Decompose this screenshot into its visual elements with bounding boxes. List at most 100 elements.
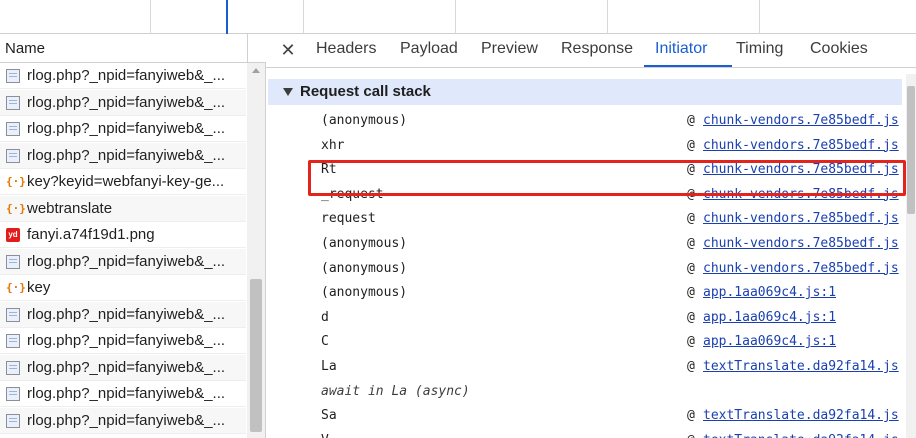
doc-icon bbox=[6, 360, 20, 375]
stack-frame: La @ textTranslate.da92fa14.js bbox=[266, 355, 906, 379]
stack-frame: C @ app.1aa069c4.js:1 bbox=[266, 330, 906, 354]
frame-at-sign: @ bbox=[687, 113, 695, 128]
stack-frame: (anonymous) @ chunk-vendors.7e85bedf.js bbox=[266, 232, 906, 256]
frame-at-sign: @ bbox=[687, 260, 695, 276]
scrollbar-thumb[interactable] bbox=[250, 279, 262, 432]
request-row[interactable]: rlog.php?_npid=fanyiweb&_... bbox=[0, 354, 246, 381]
doc-icon bbox=[6, 148, 20, 163]
frame-source-link[interactable]: chunk-vendors.7e85bedf.js bbox=[703, 236, 903, 251]
doc-icon bbox=[6, 95, 20, 110]
request-row[interactable]: rlog.php?_npid=fanyiweb&_... bbox=[0, 248, 246, 275]
timeline-marker bbox=[226, 0, 228, 34]
request-name: rlog.php?_npid=fanyiweb&_... bbox=[27, 332, 226, 349]
frame-at-sign: @ bbox=[687, 162, 695, 178]
stack-frame: xhr @ chunk-vendors.7e85bedf.js bbox=[266, 134, 906, 158]
frame-function-name: (anonymous) bbox=[321, 113, 408, 128]
frame-function-name: (anonymous) bbox=[321, 260, 408, 276]
frame-function-name: Sa bbox=[321, 408, 337, 424]
frame-at-sign: @ bbox=[687, 285, 695, 301]
frame-source-link[interactable]: chunk-vendors.7e85bedf.js bbox=[703, 162, 903, 177]
scroll-up-icon[interactable] bbox=[252, 68, 260, 73]
request-name: rlog.php?_npid=fanyiweb&_... bbox=[27, 385, 226, 402]
frame-source-link[interactable]: app.1aa069c4.js:1 bbox=[703, 285, 903, 300]
xhr-icon: {·} bbox=[6, 201, 26, 215]
request-call-stack-section[interactable]: Request call stack bbox=[268, 79, 902, 105]
frame-function-name: V bbox=[321, 433, 329, 438]
scrollbar-thumb[interactable] bbox=[907, 86, 915, 214]
frame-source-link[interactable]: chunk-vendors.7e85bedf.js bbox=[703, 138, 903, 153]
tab-timing[interactable]: Timing bbox=[736, 40, 783, 58]
frame-source-link[interactable]: app.1aa069c4.js:1 bbox=[703, 334, 903, 349]
request-row[interactable]: rlog.php?_npid=fanyiweb&_... bbox=[0, 116, 246, 142]
stack-frame: request @ chunk-vendors.7e85bedf.js bbox=[266, 207, 906, 231]
frame-function-name: xhr bbox=[321, 137, 345, 153]
timeline-divider bbox=[303, 0, 304, 34]
request-name: key?keyid=webfanyi-key-ge... bbox=[27, 173, 225, 190]
request-list-scrollbar[interactable] bbox=[247, 63, 265, 438]
request-name: rlog.php?_npid=fanyiweb&_... bbox=[27, 252, 226, 270]
name-column-header[interactable]: Name bbox=[0, 34, 266, 63]
frame-source-link[interactable]: textTranslate.da92fa14.js bbox=[703, 433, 903, 438]
timeline-divider bbox=[759, 0, 760, 34]
expand-triangle-icon[interactable] bbox=[283, 88, 293, 96]
request-row[interactable]: rlog.php?_npid=fanyiweb&_... bbox=[0, 142, 246, 169]
close-icon[interactable]: ✕ bbox=[278, 40, 298, 60]
request-row[interactable]: rlog.php?_npid=fanyiweb&_... bbox=[0, 63, 246, 89]
tab-preview[interactable]: Preview bbox=[481, 40, 538, 58]
frame-source-link[interactable]: chunk-vendors.7e85bedf.js bbox=[703, 261, 903, 276]
frame-function-name: d bbox=[321, 309, 329, 325]
request-row[interactable]: {·} key?keyid=webfanyi-key-ge... bbox=[0, 169, 246, 195]
stack-frame: V @ textTranslate.da92fa14.js bbox=[266, 429, 906, 438]
frame-source-link[interactable]: chunk-vendors.7e85bedf.js bbox=[703, 187, 903, 202]
request-row[interactable]: {·} webtranslate bbox=[0, 195, 246, 222]
request-row[interactable]: rlog.php?_npid=fanyiweb&_... bbox=[0, 89, 246, 116]
request-details-panel: ✕ Headers Payload Preview Response Initiator… bbox=[266, 34, 916, 438]
stack-frame: Sa @ textTranslate.da92fa14.js bbox=[266, 404, 906, 428]
frame-source-link[interactable]: textTranslate.da92fa14.js bbox=[703, 359, 903, 374]
frame-at-sign: @ bbox=[687, 236, 695, 251]
timeline-divider bbox=[150, 0, 151, 34]
request-name: rlog.php?_npid=fanyiweb&_... bbox=[27, 93, 226, 111]
frame-source-link[interactable]: textTranslate.da92fa14.js bbox=[703, 408, 903, 423]
request-name: fanyi.a74f19d1.png bbox=[27, 226, 155, 243]
frame-source-link[interactable]: chunk-vendors.7e85bedf.js bbox=[703, 211, 903, 226]
tab-headers[interactable]: Headers bbox=[316, 40, 376, 58]
stack-frame: (anonymous) @ chunk-vendors.7e85bedf.js bbox=[266, 257, 906, 281]
frame-source-link[interactable]: app.1aa069c4.js:1 bbox=[703, 310, 903, 325]
frame-function-name: C bbox=[321, 334, 329, 350]
request-name: rlog.php?_npid=fanyiweb&_... bbox=[27, 358, 226, 376]
tab-cookies[interactable]: Cookies bbox=[810, 40, 868, 58]
doc-icon bbox=[6, 413, 20, 428]
frame-function-name: La bbox=[321, 359, 337, 374]
frame-function-name: (anonymous) bbox=[321, 285, 408, 301]
tab-response[interactable]: Response bbox=[561, 40, 633, 58]
tab-initiator[interactable]: Initiator bbox=[655, 40, 707, 58]
frame-function-name: await in La (async) bbox=[321, 383, 470, 399]
stack-frame: _request @ chunk-vendors.7e85bedf.js bbox=[266, 183, 906, 207]
request-name: key bbox=[27, 279, 51, 296]
initiator-call-stack: Request call stack (anonymous) @ chunk-ven… bbox=[266, 74, 906, 438]
request-row[interactable]: yd fanyi.a74f19d1.png bbox=[0, 222, 246, 248]
request-name: rlog.php?_npid=fanyiweb&_... bbox=[27, 67, 226, 84]
request-row[interactable]: {·} key bbox=[0, 275, 246, 301]
stack-frame: d @ app.1aa069c4.js:1 bbox=[266, 306, 906, 330]
request-name: rlog.php?_npid=fanyiweb&_... bbox=[27, 411, 226, 429]
xhr-icon: {·} bbox=[6, 281, 26, 294]
request-row[interactable]: rlog.php?_npid=fanyiweb&_... bbox=[0, 407, 246, 434]
frame-at-sign: @ bbox=[687, 186, 695, 202]
frame-function-name: _request bbox=[321, 186, 384, 202]
active-tab-underline bbox=[644, 65, 732, 67]
details-tabbar: ✕ Headers Payload Preview Response Initiator… bbox=[266, 34, 916, 68]
call-stack-scrollbar[interactable] bbox=[906, 74, 916, 438]
frame-function-name: Rt bbox=[321, 162, 337, 178]
tab-payload[interactable]: Payload bbox=[400, 40, 458, 58]
request-name: rlog.php?_npid=fanyiweb&_... bbox=[27, 146, 226, 164]
request-row[interactable]: rlog.php?_npid=fanyiweb&_... bbox=[0, 328, 246, 354]
column-divider[interactable] bbox=[247, 34, 248, 63]
frame-source-link[interactable]: chunk-vendors.7e85bedf.js bbox=[703, 113, 903, 128]
section-title: Request call stack bbox=[300, 83, 431, 100]
network-request-list: Name rlog.php?_npid=fanyiweb&_... rlog.ph… bbox=[0, 34, 266, 438]
request-row[interactable]: rlog.php?_npid=fanyiweb&_... bbox=[0, 381, 246, 407]
request-name: rlog.php?_npid=fanyiweb&_... bbox=[27, 120, 226, 137]
request-row[interactable]: rlog.php?_npid=fanyiweb&_... bbox=[0, 301, 246, 328]
